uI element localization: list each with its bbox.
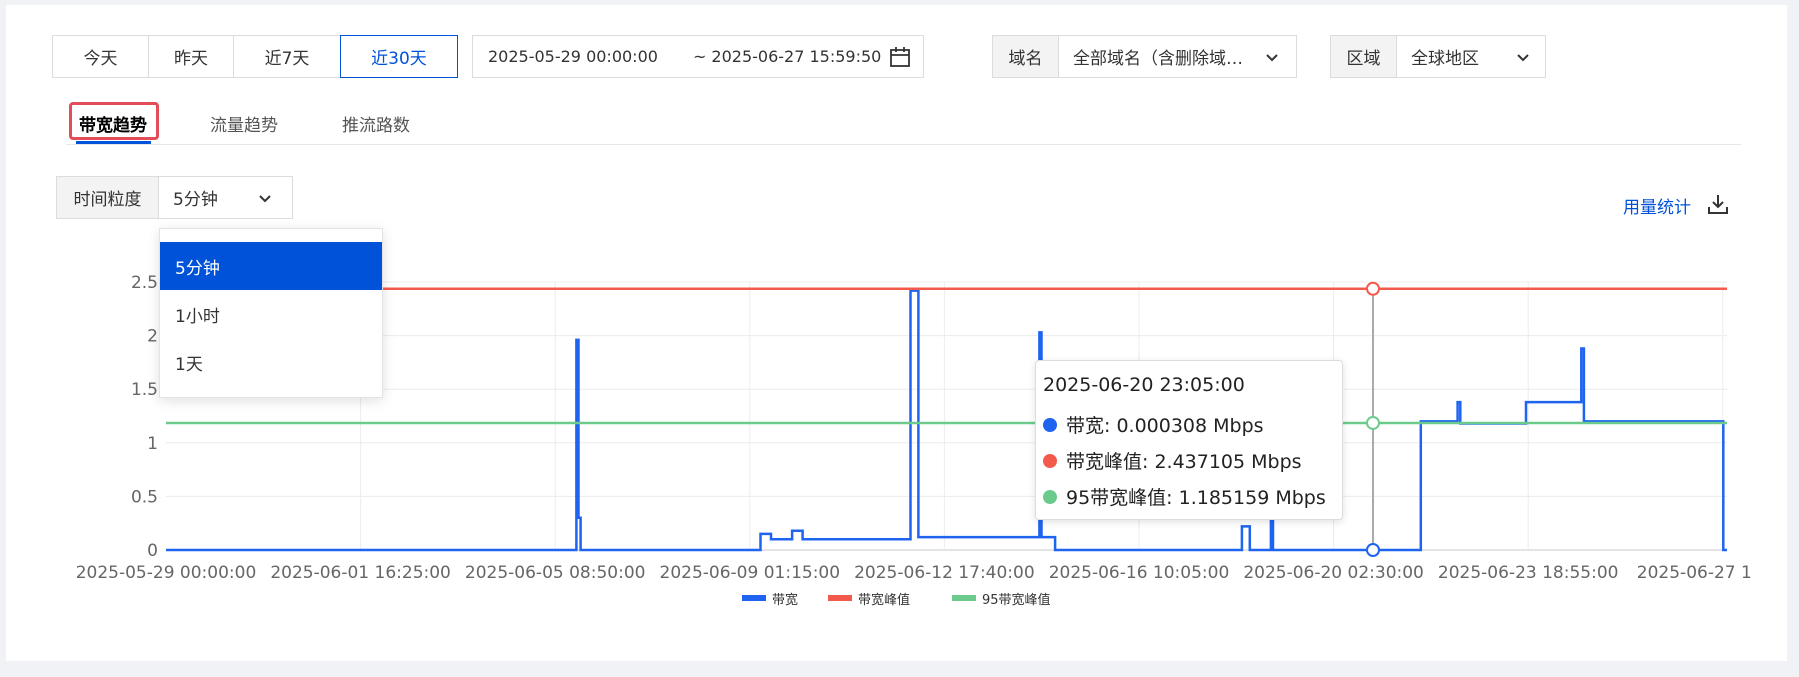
- legend-swatch: [742, 595, 766, 601]
- granularity-dropdown: 5分钟 1小时 1天: [159, 228, 383, 398]
- tab-stream-count[interactable]: 推流路数: [342, 103, 410, 143]
- chart-tooltip: 2025-06-20 23:05:00 带宽: 0.000308 Mbps 带宽…: [1035, 360, 1343, 520]
- granularity-value: 5分钟: [173, 190, 218, 210]
- chevron-down-icon: [1266, 54, 1278, 62]
- granularity-select[interactable]: 时间粒度 5分钟: [56, 176, 293, 219]
- domain-select[interactable]: 域名 全部域名（含删除域…: [992, 35, 1297, 78]
- tooltip-text: 带宽: 0.000308 Mbps: [1066, 415, 1264, 437]
- range-yesterday-button[interactable]: 昨天: [148, 35, 234, 78]
- legend-item-p95[interactable]: 95带宽峰值: [952, 589, 1051, 608]
- date-start: 2025-05-29 00:00:00: [488, 47, 658, 66]
- tab-highlight-frame: [69, 102, 159, 140]
- domain-select-label: 域名: [993, 36, 1059, 77]
- tooltip-dot: [1043, 453, 1057, 468]
- chevron-down-icon: [1517, 54, 1529, 62]
- tooltip-row-peak: 带宽峰值: 2.437105 Mbps: [1043, 447, 1302, 474]
- tab-active-underline: [76, 141, 151, 144]
- granularity-value-wrap: 5分钟: [159, 177, 292, 218]
- granularity-option-5min[interactable]: 5分钟: [160, 242, 382, 290]
- date-range-group: 今天 昨天 近7天 近30天: [52, 35, 458, 78]
- legend-label: 95带宽峰值: [982, 592, 1051, 608]
- range-30days-button[interactable]: 近30天: [340, 35, 458, 78]
- download-icon[interactable]: [1707, 193, 1729, 215]
- legend-label: 带宽: [772, 592, 799, 608]
- tooltip-row-bandwidth: 带宽: 0.000308 Mbps: [1043, 411, 1264, 438]
- tooltip-text: 95带宽峰值: 1.185159 Mbps: [1066, 487, 1326, 509]
- range-7days-button[interactable]: 近7天: [233, 35, 341, 78]
- region-select-value-wrap: 全球地区: [1397, 36, 1545, 77]
- usage-stats-link[interactable]: 用量统计: [1623, 193, 1691, 218]
- legend-swatch: [828, 595, 852, 601]
- legend-item-peak[interactable]: 带宽峰值: [828, 589, 911, 608]
- tooltip-time: 2025-06-20 23:05:00: [1043, 374, 1245, 396]
- domain-select-value-wrap: 全部域名（含删除域…: [1059, 36, 1296, 77]
- chevron-down-icon: [259, 195, 271, 203]
- domain-select-value: 全部域名（含删除域…: [1073, 49, 1243, 69]
- legend-label: 带宽峰值: [858, 592, 911, 608]
- tooltip-text: 带宽峰值: 2.437105 Mbps: [1066, 451, 1302, 473]
- tooltip-dot: [1043, 489, 1057, 504]
- legend-item-bandwidth[interactable]: 带宽: [742, 589, 799, 608]
- date-range-picker[interactable]: 2025-05-29 00:00:00 ~ 2025-06-27 15:59:5…: [472, 35, 924, 78]
- granularity-option-1day[interactable]: 1天: [160, 338, 382, 386]
- tooltip-row-p95: 95带宽峰值: 1.185159 Mbps: [1043, 483, 1326, 510]
- region-select[interactable]: 区域 全球地区: [1330, 35, 1546, 78]
- chart-tabs: 带宽趋势 流量趋势 推流路数: [66, 102, 1741, 145]
- region-select-value: 全球地区: [1411, 49, 1479, 69]
- tab-traffic-trend[interactable]: 流量趋势: [210, 103, 278, 143]
- range-today-button[interactable]: 今天: [52, 35, 149, 78]
- region-select-label: 区域: [1331, 36, 1397, 77]
- tooltip-dot: [1043, 417, 1057, 432]
- calendar-icon[interactable]: [889, 46, 911, 68]
- date-end: ~ 2025-06-27 15:59:50: [692, 47, 882, 66]
- granularity-option-1hour[interactable]: 1小时: [160, 290, 382, 338]
- legend-swatch: [952, 595, 976, 601]
- granularity-label: 时间粒度: [57, 177, 159, 218]
